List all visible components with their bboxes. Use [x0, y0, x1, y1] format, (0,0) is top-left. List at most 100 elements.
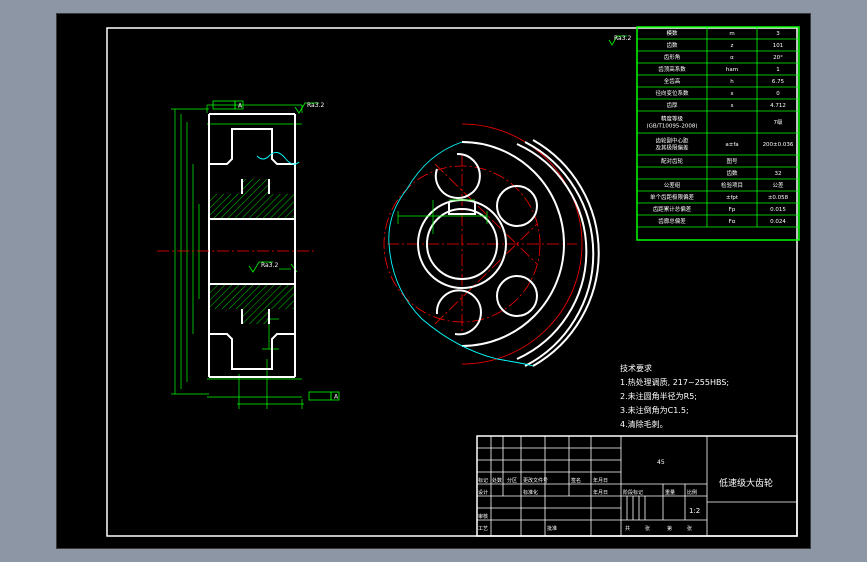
row-label-review: 审核	[478, 513, 488, 520]
param-row: 齿廓总偏差 Fα 0.024	[637, 215, 799, 228]
scale-label: 比例	[687, 489, 697, 496]
param-symbol: 检验项目	[721, 181, 743, 189]
param-row: 齿形角 α 20°	[637, 51, 799, 64]
tech-req-item-1: 1.热处理调质, 217~255HBS;	[620, 377, 729, 387]
hatch-lower	[209, 284, 295, 324]
param-name: 公差组	[664, 181, 681, 189]
param-name: 精度等级	[661, 115, 684, 123]
tech-req-item-2: 2.未注圆角半径为R5;	[620, 391, 697, 401]
param-name: 单个齿距极限偏差	[650, 193, 695, 201]
param-symbol: ham	[726, 67, 738, 73]
hatch-upper	[209, 179, 295, 219]
param-value: 0.015	[770, 207, 786, 213]
param-name: 齿轮副中心距	[655, 137, 689, 145]
material-label: 45	[657, 459, 665, 466]
header-label-6: 年月日	[593, 477, 608, 484]
gear-section-outline	[208, 113, 296, 378]
param-value: 6.75	[772, 79, 785, 85]
param-value: 200±0.036	[763, 142, 794, 148]
section-dimensions	[171, 104, 304, 409]
param-value: 0	[776, 91, 780, 97]
drawing-canvas: A A Ra3.2 Ra3.2 模数 m 3齿数 z 101齿形角 α 20°齿…	[106, 26, 800, 537]
param-value: 20°	[773, 55, 783, 61]
header-label-2: 处数	[492, 477, 502, 484]
param-value: 4.712	[770, 103, 786, 109]
roughness-label-top: Ra3.2	[307, 102, 324, 109]
row-label-approve: 批准	[547, 525, 557, 532]
param-name: 及其极限偏差	[655, 144, 689, 152]
param-symbol: ±fpt	[726, 195, 739, 201]
param-value: 3	[776, 31, 780, 37]
param-name: (GB/T10095-2008)	[646, 124, 697, 130]
title-block-text: 45 低速级大齿轮 1:2 标记 处数 分区 更改文件号 签名 年月日 设计 审…	[478, 459, 773, 532]
header-label-1: 标记	[478, 477, 488, 484]
param-symbol: Fp	[729, 207, 736, 213]
param-value: ±0.058	[768, 195, 789, 201]
sheet-label-3: 第	[667, 525, 672, 532]
section-view: A A Ra3.2 Ra3.2	[157, 100, 340, 409]
sheet-label-2: 张	[645, 525, 650, 532]
param-symbol: 齿数	[726, 169, 738, 177]
row-label-design: 设计	[478, 489, 488, 496]
param-row: 齿数 z 101	[637, 39, 799, 52]
param-name: 全齿高	[664, 77, 681, 85]
param-name: 齿形角	[664, 53, 681, 61]
param-symbol: a±fa	[725, 142, 738, 148]
param-row: 公差组 检验项目 公差	[637, 179, 799, 192]
param-value: 7级	[774, 118, 783, 126]
param-symbol: α	[730, 55, 734, 61]
stage-label: 阶段标记	[623, 489, 643, 496]
general-roughness-label: Ra3.2	[614, 35, 631, 42]
param-symbol: z	[731, 43, 734, 49]
param-name: 齿距累计总偏差	[653, 205, 692, 213]
param-symbol: m	[729, 31, 734, 37]
param-value: 101	[773, 43, 784, 49]
param-symbol: s	[731, 103, 734, 109]
tech-req-item-4: 4.清除毛刺。	[620, 419, 668, 429]
tech-req-item-3: 3.未注倒角为C1.5;	[620, 405, 689, 415]
param-row: 径向变位系数 x 0	[637, 87, 799, 100]
mid-label-date: 年月日	[593, 489, 608, 496]
technical-requirements: 技术要求 1.热处理调质, 217~255HBS; 2.未注圆角半径为R5; 3…	[620, 363, 729, 429]
part-name: 低速级大齿轮	[719, 477, 773, 489]
gear-parameter-table: 模数 m 3 齿数 z 101 齿形角 α 20° 齿顶高系数 ham 1 全齿高 h 6.75 径向变位系数…	[636, 26, 800, 241]
param-row: 精度等级(GB/T10095-2008) 7级	[637, 111, 799, 134]
header-label-3: 分区	[507, 477, 517, 484]
datum-box-bottom: A	[308, 391, 340, 401]
param-row: 模数 m 3	[637, 27, 799, 40]
gear-rim	[461, 139, 600, 367]
param-row: 齿距累计总偏差 Fp 0.015	[637, 203, 799, 216]
section-break-line	[256, 152, 300, 165]
sheet-frame	[106, 27, 798, 537]
sheet-label-1: 共	[625, 525, 630, 532]
param-name: 径向变位系数	[655, 89, 689, 97]
param-row: 齿顶高系数 ham 1	[637, 63, 799, 76]
row-label-process: 工艺	[478, 526, 488, 532]
param-symbol: x	[730, 91, 734, 97]
header-label-4: 更改文件号	[523, 477, 548, 484]
param-symbol: h	[730, 79, 734, 85]
param-row: 齿轮副中心距及其极限偏差 a±fa 200±0.036	[637, 133, 799, 156]
datum-a-label-bottom: A	[334, 394, 339, 401]
weight-label: 重量	[665, 489, 675, 496]
param-row: 单个齿距极限偏差 ±fpt ±0.058	[637, 191, 799, 204]
param-symbol: Fα	[729, 219, 736, 225]
param-name: 模数	[666, 29, 678, 37]
scale-value: 1:2	[689, 507, 700, 515]
param-value: 1	[776, 67, 780, 73]
param-value: 32	[775, 171, 782, 177]
header-label-5: 签名	[571, 477, 581, 484]
param-value: 公差	[772, 181, 784, 189]
param-name: 齿数	[666, 41, 678, 49]
param-name: 齿厚	[666, 102, 678, 109]
param-name: 配对齿轮	[661, 157, 684, 165]
cad-viewport[interactable]: A A Ra3.2 Ra3.2 模数 m 3 齿数 z 101 齿形角 α 20…	[56, 13, 811, 549]
sheet-label-4: 张	[687, 525, 692, 532]
roughness-label-mid: Ra3.2	[261, 262, 278, 269]
front-view	[383, 123, 600, 367]
param-name: 齿廓总偏差	[658, 217, 686, 225]
param-row: 全齿高 h 6.75	[637, 75, 799, 88]
param-row: 齿数 32	[637, 167, 799, 180]
param-symbol: 图号	[726, 157, 738, 165]
mid-label-standard: 标准化	[523, 489, 538, 496]
